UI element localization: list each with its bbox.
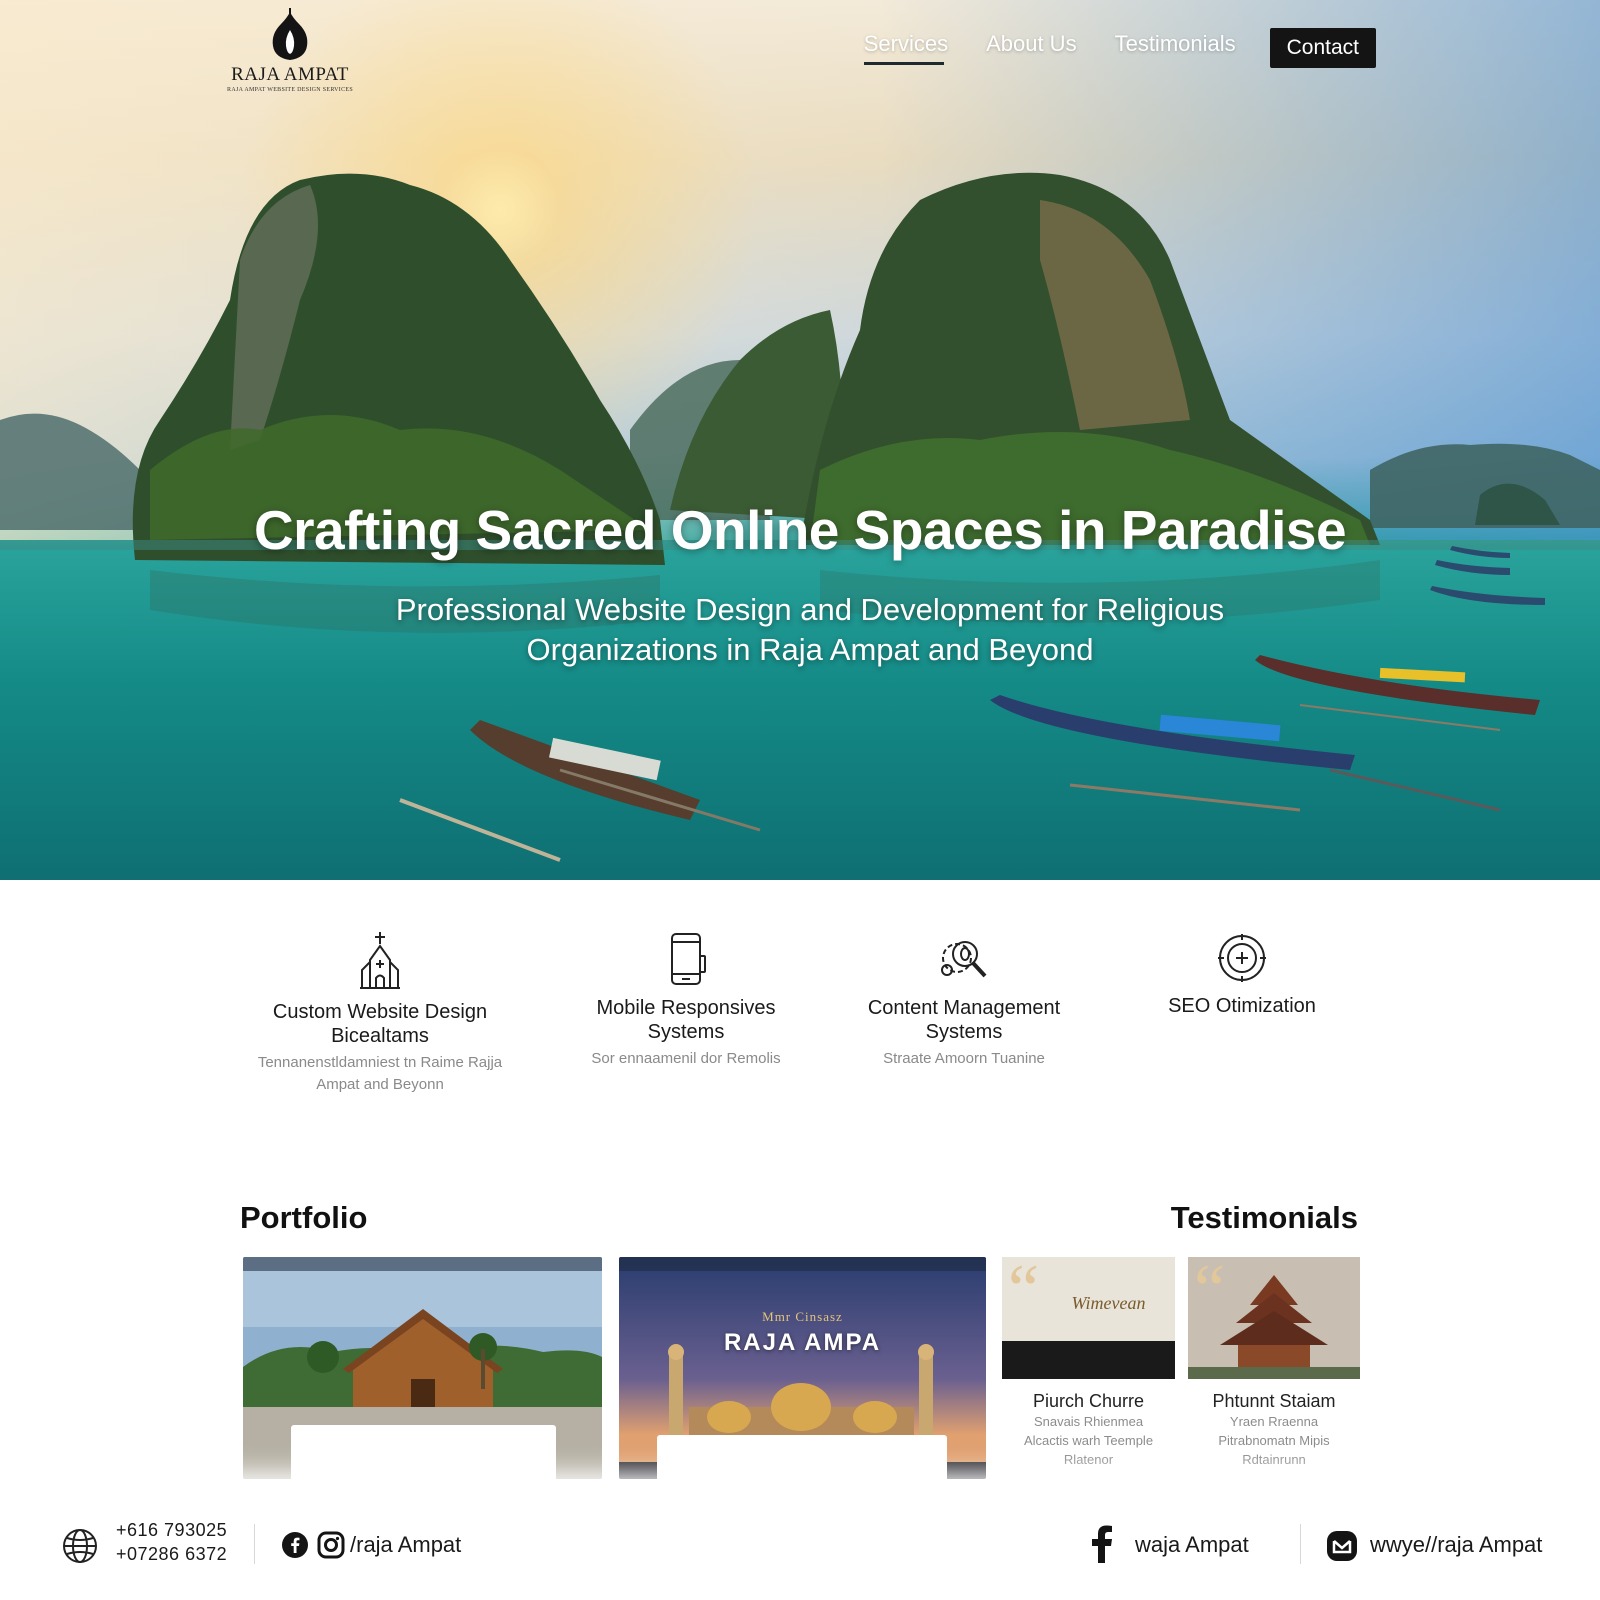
service-mobile-responsive[interactable]: Mobile Responsives Systems Sor ennaameni… [556, 930, 816, 1070]
footer-divider [1300, 1524, 1301, 1564]
service-description: Sor ennaamenil dor Remolis [591, 1050, 781, 1067]
facebook-handle[interactable]: waja Ampat [1135, 1532, 1249, 1558]
quote-icon: “ [1194, 1257, 1226, 1328]
hero-title: Crafting Sacred Online Spaces in Paradis… [253, 499, 1347, 561]
quote-icon: “ [1008, 1257, 1040, 1328]
contact-button[interactable]: Contact [1269, 28, 1376, 68]
phone-numbers[interactable]: +616 793025 +07286 6372 [116, 1518, 227, 1566]
email-icon[interactable] [1326, 1530, 1358, 1562]
gear-search-icon [941, 941, 987, 978]
portfolio-item-church[interactable] [243, 1257, 602, 1479]
testimonial-image: “ Wimevean [1002, 1257, 1175, 1379]
brand-tagline: RAJA AMPAT WEBSITE DESIGN SERVICES [227, 87, 353, 93]
thumbnail-kicker: Mmr Cinsasz [762, 1309, 843, 1324]
thumbnail-nav-bar [619, 1257, 986, 1271]
boat-right [1255, 655, 1540, 731]
service-description: Tennanenstldamniest tn Raime Rajja Ampat… [257, 1054, 503, 1093]
service-custom-website-design[interactable]: Custom Website Design Bicealtams Tennane… [250, 930, 510, 1096]
testimonial-card[interactable]: “ Phtunnt Staiam Yraen Rraenna Pitrabnom… [1188, 1257, 1360, 1469]
portfolio-heading: Portfolio [240, 1200, 368, 1235]
hero-background-image [0, 172, 1600, 862]
globe-icon [63, 1529, 97, 1563]
social-icons [281, 1531, 345, 1559]
boat-center [990, 695, 1501, 812]
footer: +616 793025 +07286 6372 /raja Ampat waja… [0, 1488, 1600, 1600]
testimonials-heading: Testimonials [1170, 1200, 1358, 1235]
testimonial-line: Rdtainrunn [1242, 1452, 1306, 1467]
thumbnail-content-panel [291, 1425, 556, 1479]
testimonial-line: Alcactis warh Teemple [1023, 1433, 1154, 1448]
testimonial-line: Snavais Rhienmea [1033, 1414, 1144, 1429]
footer-divider [254, 1524, 255, 1564]
mobile-phone-icon [671, 933, 706, 985]
brand-logo[interactable]: RAJA AMPAT RAJA AMPAT WEBSITE DESIGN SER… [220, 8, 360, 93]
thumbnail-content-panel [657, 1435, 947, 1479]
service-title: Custom Website Design Bicealtams [272, 1001, 488, 1047]
testimonial-card[interactable]: “ Wimevean Piurch Churre Snavais Rhienme… [1002, 1257, 1175, 1469]
facebook-icon[interactable] [281, 1531, 309, 1559]
portfolio-item-mosque[interactable]: Mmr Cinsasz RAJA AMPA [619, 1257, 986, 1479]
thumbnail-nav-bar [243, 1257, 602, 1271]
thumbnail-title: RAJA AMPA [723, 1329, 882, 1356]
service-seo[interactable]: SEO Otimization [1112, 930, 1372, 1022]
testimonial-line: Pitrabnomatn Mipis [1218, 1433, 1330, 1448]
testimonial-image: “ [1188, 1257, 1360, 1379]
testimonial-image-script: Wimevean [1071, 1293, 1146, 1313]
brand-name: RAJA AMPAT [231, 64, 349, 85]
service-title: Content Management Systems [867, 997, 1061, 1043]
target-icon [1218, 934, 1266, 982]
hero-subtitle: Professional Website Design and Developm… [395, 592, 1225, 667]
testimonial-image-footer [1002, 1341, 1175, 1379]
phone-number[interactable]: +616 793025 [116, 1518, 227, 1542]
phone-number[interactable]: +07286 6372 [116, 1542, 227, 1566]
boat-left [399, 720, 761, 862]
instagram-icon[interactable] [317, 1531, 345, 1559]
website-link[interactable]: wwye//raja Ampat [1370, 1532, 1542, 1558]
service-content-management[interactable]: Content Management Systems Straate Amoor… [834, 930, 1094, 1070]
nav-services[interactable]: Services [863, 31, 948, 65]
flame-mosque-icon [272, 8, 308, 60]
service-title: Mobile Responsives Systems [596, 997, 776, 1043]
testimonial-line: Rlatenor [1063, 1452, 1114, 1467]
nav-testimonials[interactable]: Testimonials [1115, 31, 1236, 65]
testimonial-line: Yraen Rraenna [1229, 1414, 1319, 1429]
testimonial-name: Phtunnt Staiam [1212, 1391, 1336, 1411]
church-icon [360, 932, 400, 989]
service-title: SEO Otimization [1168, 995, 1316, 1017]
nav-about-us[interactable]: About Us [986, 31, 1077, 65]
service-description: Straate Amoorn Tuanine [883, 1050, 1045, 1067]
testimonial-name: Piurch Churre [1032, 1391, 1145, 1411]
social-handle[interactable]: /raja Ampat [350, 1532, 461, 1558]
main-nav: Services About Us Testimonials Contact [863, 28, 1376, 68]
services-section: Custom Website Design Bicealtams Tennane… [240, 930, 1360, 1120]
facebook-f-icon[interactable] [1090, 1525, 1114, 1563]
hero-section: RAJA AMPAT RAJA AMPAT WEBSITE DESIGN SER… [0, 0, 1600, 880]
